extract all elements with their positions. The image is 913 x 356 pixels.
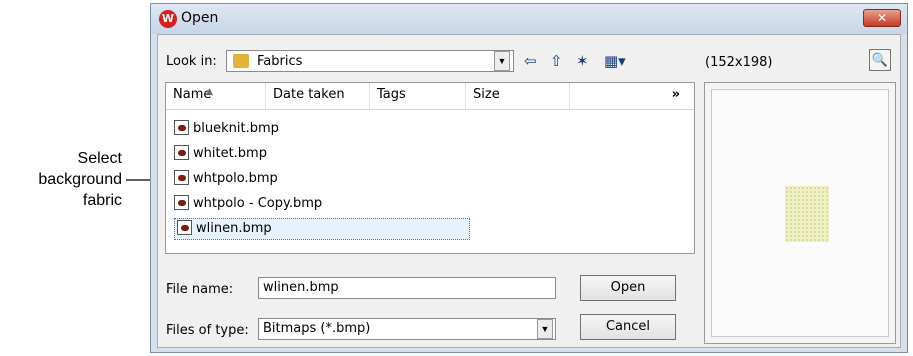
look-in-select[interactable]: Fabrics — [226, 50, 514, 72]
column-tags[interactable]: Tags — [370, 83, 466, 109]
file-row[interactable]: whtpolo.bmp — [174, 169, 278, 191]
column-size[interactable]: Size — [466, 83, 570, 109]
preview-frame — [711, 89, 889, 337]
file-name-input[interactable]: wlinen.bmp — [258, 277, 556, 299]
cancel-button[interactable]: Cancel — [580, 314, 676, 340]
column-date-taken[interactable]: Date taken — [266, 83, 370, 109]
up-folder-icon[interactable]: ⇧ — [550, 51, 563, 71]
files-of-type-dropdown-button[interactable]: ▼ — [537, 319, 553, 339]
folder-icon — [233, 54, 249, 68]
open-dialog: W Open ✕ Look in: Fabrics ▼ ⇦ ⇧ ✶ ▦▾ (15… — [150, 3, 908, 353]
column-name[interactable]: ▲ Name — [166, 83, 266, 109]
file-row[interactable]: whitet.bmp — [174, 144, 267, 166]
dialog-title: Open — [181, 10, 219, 26]
view-menu-icon[interactable]: ▦▾ — [604, 51, 626, 71]
back-icon[interactable]: ⇦ — [524, 51, 537, 71]
new-folder-icon[interactable]: ✶ — [576, 51, 589, 71]
file-name-text: whtpolo - Copy.bmp — [193, 196, 323, 211]
file-name-text: whtpolo.bmp — [193, 171, 278, 186]
file-name-text: blueknit.bmp — [193, 121, 279, 136]
bitmap-file-icon — [174, 170, 189, 185]
dialog-body: Look in: Fabrics ▼ ⇦ ⇧ ✶ ▦▾ (152x198) 🔍 … — [157, 34, 901, 348]
sort-ascending-icon: ▲ — [206, 87, 213, 97]
bitmap-file-icon — [174, 120, 189, 135]
more-columns-icon[interactable]: » — [570, 83, 694, 109]
file-row[interactable]: blueknit.bmp — [174, 119, 279, 141]
title-bar: W Open ✕ — [151, 4, 907, 34]
preview-pane — [704, 82, 896, 344]
files-of-type-value: Bitmaps (*.bmp) — [263, 321, 371, 336]
bitmap-file-icon — [174, 195, 189, 210]
column-header-row: ▲ Name Date taken Tags Size » — [166, 83, 694, 110]
file-name-label: File name: — [166, 282, 234, 297]
file-name-text: wlinen.bmp — [196, 221, 272, 236]
file-name-text: whitet.bmp — [193, 146, 267, 161]
close-button[interactable]: ✕ — [863, 9, 901, 27]
fabric-preview-image — [785, 186, 829, 242]
bitmap-file-icon — [174, 145, 189, 160]
app-icon: W — [159, 10, 177, 28]
file-list[interactable]: ▲ Name Date taken Tags Size » blueknit.b… — [165, 82, 695, 254]
file-row[interactable]: whtpolo - Copy.bmp — [174, 194, 322, 216]
file-row-selected[interactable]: wlinen.bmp — [174, 218, 470, 240]
look-in-label: Look in: — [166, 54, 217, 69]
image-dimensions: (152x198) — [705, 55, 773, 70]
look-in-dropdown-button[interactable]: ▼ — [494, 51, 510, 71]
open-button[interactable]: Open — [580, 275, 676, 301]
files-of-type-select[interactable]: Bitmaps (*.bmp) — [258, 318, 556, 340]
files-of-type-label: Files of type: — [166, 323, 249, 338]
preview-toggle-button[interactable]: 🔍 — [869, 49, 891, 71]
look-in-value: Fabrics — [257, 54, 303, 69]
bitmap-file-icon — [177, 220, 192, 235]
